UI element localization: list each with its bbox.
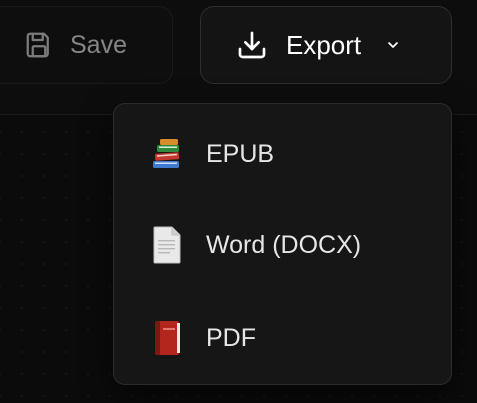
menu-item-word-docx[interactable]: Word (DOCX) bbox=[114, 215, 451, 275]
menu-item-epub[interactable]: EPUB bbox=[114, 124, 451, 184]
save-button[interactable]: Save bbox=[0, 6, 173, 84]
menu-item-label: Word (DOCX) bbox=[206, 230, 362, 259]
floppy-disk-icon bbox=[24, 30, 54, 60]
canvas-background: Save Export EPUB Word (DOCX) PDF bbox=[0, 0, 477, 403]
red-book-icon bbox=[148, 318, 186, 358]
download-icon bbox=[236, 29, 268, 61]
export-dropdown-menu: EPUB Word (DOCX) PDF bbox=[113, 103, 452, 385]
books-icon bbox=[148, 134, 186, 174]
document-icon bbox=[148, 225, 186, 265]
menu-item-label: PDF bbox=[206, 323, 256, 352]
menu-item-label: EPUB bbox=[206, 139, 275, 168]
export-button-label: Export bbox=[286, 29, 362, 60]
save-button-label: Save bbox=[70, 30, 127, 59]
chevron-down-icon bbox=[385, 37, 401, 53]
export-button[interactable]: Export bbox=[200, 6, 452, 84]
menu-item-pdf[interactable]: PDF bbox=[114, 308, 451, 368]
top-toolbar: Save Export bbox=[0, 0, 477, 115]
